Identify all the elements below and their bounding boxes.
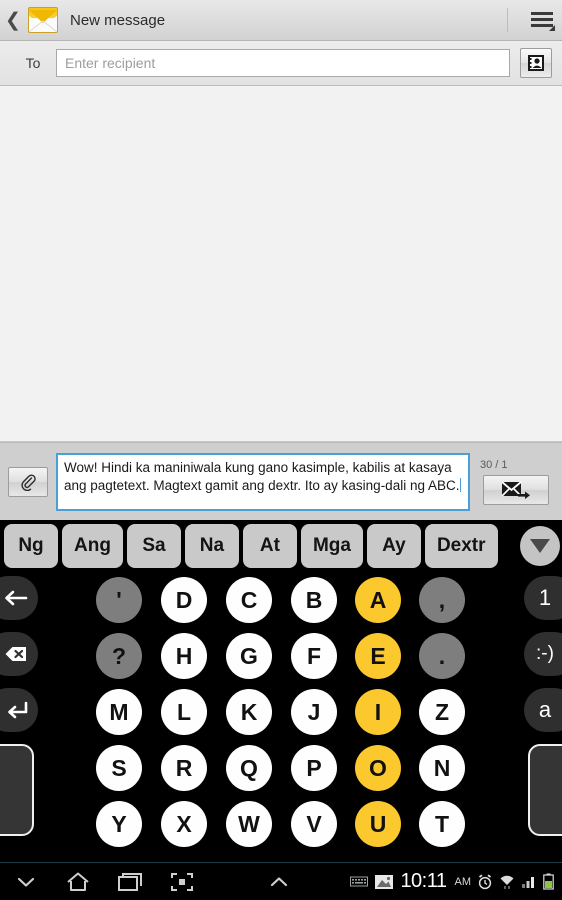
suggestion-chip[interactable]: Na	[184, 524, 239, 568]
key-q[interactable]: Q	[226, 745, 272, 791]
suggestion-chip[interactable]: Ay	[366, 524, 421, 568]
key-z[interactable]: Z	[419, 689, 465, 735]
key-c[interactable]: C	[226, 577, 272, 623]
hide-keyboard-icon[interactable]	[0, 863, 52, 900]
key-t[interactable]: T	[419, 801, 465, 847]
status-ampm: AM	[454, 875, 472, 888]
key-question[interactable]: ?	[96, 633, 142, 679]
alarm-icon	[478, 873, 492, 889]
key-y[interactable]: Y	[96, 801, 142, 847]
lowercase-mode-key[interactable]: a	[524, 688, 562, 732]
character-counter: 30 / 1	[480, 458, 508, 471]
enter-return-icon	[8, 701, 28, 719]
wifi-icon	[500, 875, 514, 889]
signal-bars-icon	[522, 877, 535, 888]
home-icon[interactable]	[52, 863, 104, 900]
send-column: 30 / 1	[478, 459, 554, 505]
recents-icon[interactable]	[104, 863, 156, 900]
page-title: New message	[70, 11, 166, 29]
send-envelope-arrow-icon	[501, 480, 530, 499]
message-thread-area	[0, 86, 562, 442]
key-apostrophe[interactable]: '	[96, 577, 142, 623]
recents-glyph	[118, 872, 142, 891]
key-b[interactable]: B	[291, 577, 337, 623]
paperclip-glyph	[21, 473, 36, 491]
key-s[interactable]: S	[96, 745, 142, 791]
title-bar: ❮ New message	[0, 0, 562, 41]
key-k[interactable]: K	[226, 689, 272, 735]
key-v[interactable]: V	[291, 801, 337, 847]
enter-key[interactable]	[0, 688, 38, 732]
envelope-flap-icon	[29, 10, 57, 32]
key-d[interactable]: D	[161, 577, 207, 623]
paperclip-icon[interactable]	[8, 466, 48, 497]
suggestion-chip[interactable]: Mga	[300, 524, 363, 568]
key-m[interactable]: M	[96, 689, 142, 735]
key-w[interactable]: W	[226, 801, 272, 847]
hamburger-menu-icon[interactable]	[522, 0, 562, 41]
keyboard-row: Y X W V U T	[0, 800, 562, 856]
screen-root: ❮ New message To Enter recipient Wow! Hi…	[0, 0, 562, 900]
suggestion-chip[interactable]: Sa	[126, 524, 181, 568]
keyboard-row: ' D C B A , 1	[0, 576, 562, 632]
key-a[interactable]: A	[355, 577, 401, 623]
chevron-up-glyph	[271, 876, 288, 886]
cursor-left-key[interactable]	[0, 576, 38, 620]
emoji-key[interactable]: :-)	[524, 632, 562, 676]
key-j[interactable]: J	[291, 689, 337, 735]
compose-bar: Wow! Hindi ka maniniwala kung gano kasim…	[0, 442, 562, 520]
keyboard-status-icon	[350, 876, 369, 886]
suggestion-chip[interactable]: Ng	[4, 524, 58, 568]
key-o[interactable]: O	[355, 745, 401, 791]
key-l[interactable]: L	[161, 689, 207, 735]
word-suggestion-bar: Ng Ang Sa Na At Mga Ay Dextr	[0, 520, 562, 572]
chevron-down-glyph	[17, 877, 35, 887]
home-glyph	[67, 872, 89, 891]
toolbar-divider	[507, 8, 508, 32]
suggestion-chip[interactable]: Ang	[62, 524, 123, 568]
message-text: Wow! Hindi ka maniniwala kung gano kasim…	[64, 459, 460, 493]
key-f[interactable]: F	[291, 633, 337, 679]
keyboard-row: ? H G F E . :-)	[0, 632, 562, 688]
suggestion-chip[interactable]: Dextr	[424, 524, 498, 568]
android-navigation-bar: 10:11 AM	[0, 862, 562, 900]
backspace-icon	[5, 647, 26, 661]
key-h[interactable]: H	[161, 633, 207, 679]
contacts-person-icon[interactable]	[520, 48, 552, 78]
key-e[interactable]: E	[355, 633, 401, 679]
key-p[interactable]: P	[291, 745, 337, 791]
keyboard-row: S R Q P O N	[0, 744, 562, 836]
battery-icon	[543, 873, 554, 890]
key-n[interactable]: N	[419, 745, 465, 791]
message-input[interactable]: Wow! Hindi ka maniniwala kung gano kasim…	[56, 452, 470, 511]
screenshot-glyph	[171, 872, 193, 891]
keyboard: ' D C B A , 1 ? H G F E . :-) M L K J I …	[0, 572, 562, 862]
envelope-icon	[28, 7, 58, 33]
back-chevron-icon[interactable]: ❮	[0, 0, 26, 41]
key-i[interactable]: I	[355, 689, 401, 735]
backspace-key[interactable]	[0, 632, 38, 676]
keyboard-row: M L K J I Z a	[0, 688, 562, 744]
arrow-left-icon	[5, 590, 28, 606]
key-r[interactable]: R	[161, 745, 207, 791]
to-label: To	[25, 55, 41, 71]
chevron-down-icon[interactable]	[520, 526, 560, 566]
recipient-row: To	[0, 41, 562, 86]
screenshot-icon[interactable]	[156, 863, 208, 900]
recipient-input[interactable]	[56, 49, 510, 77]
text-caret	[460, 477, 462, 492]
key-u[interactable]: U	[355, 801, 401, 847]
suggestion-chip[interactable]: At	[242, 524, 297, 568]
key-x[interactable]: X	[161, 801, 207, 847]
status-clock: 10:11	[400, 870, 447, 892]
status-icons: 10:11 AM	[350, 870, 562, 893]
expand-up-icon[interactable]	[253, 863, 305, 900]
screenshot-saved-icon	[375, 875, 394, 889]
contacts-glyph	[528, 55, 544, 71]
key-comma[interactable]: ,	[419, 577, 465, 623]
key-period[interactable]: .	[419, 633, 465, 679]
numbers-mode-key[interactable]: 1	[524, 576, 562, 620]
send-button[interactable]	[483, 474, 549, 505]
key-g[interactable]: G	[226, 633, 272, 679]
